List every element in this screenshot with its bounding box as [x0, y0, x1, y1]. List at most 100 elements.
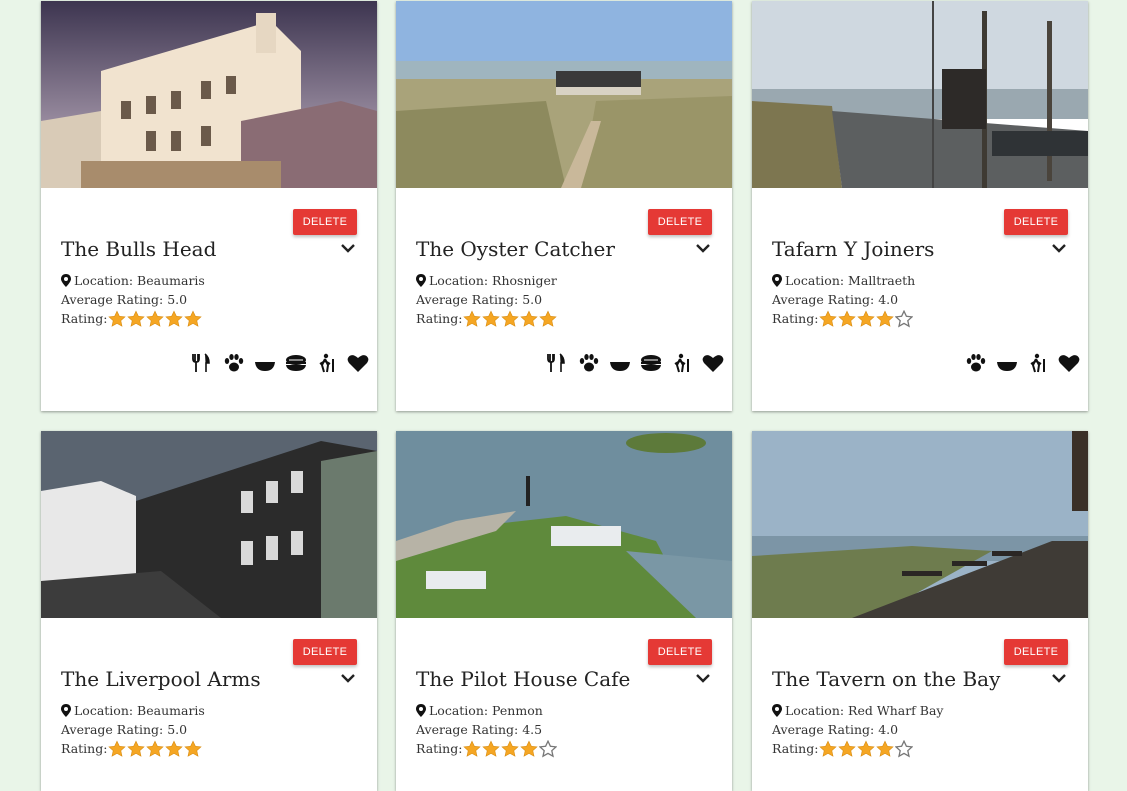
pub-title: The Pilot House Cafe [416, 667, 631, 691]
average-rating: Average Rating: 5.0 [61, 292, 188, 307]
star-empty-icon[interactable] [539, 739, 558, 758]
star-filled-icon[interactable] [520, 739, 539, 758]
pub-info: Location: Beaumaris Average Rating: 5.0 … [61, 271, 205, 328]
bowl-icon [600, 353, 631, 377]
delete-button[interactable]: DELETE [293, 209, 357, 235]
pub-title: The Bulls Head [61, 237, 217, 261]
rating-label: Rating: [61, 311, 108, 326]
average-rating: Average Rating: 5.0 [61, 722, 188, 737]
amenities [183, 353, 369, 377]
star-filled-icon[interactable] [482, 739, 501, 758]
star-filled-icon[interactable] [127, 309, 146, 328]
average-rating: Average Rating: 4.0 [772, 292, 899, 307]
heart-icon [338, 353, 369, 377]
rating-stars[interactable] [108, 309, 203, 328]
delete-button[interactable]: DELETE [1004, 209, 1068, 235]
bowl-icon [987, 353, 1018, 377]
food-icon [538, 353, 569, 377]
star-filled-icon[interactable] [184, 309, 203, 328]
star-filled-icon[interactable] [108, 309, 127, 328]
pub-location: Location: Malltraeth [785, 273, 916, 288]
star-filled-icon[interactable] [127, 739, 146, 758]
star-filled-icon[interactable] [838, 739, 857, 758]
paw-icon [569, 353, 600, 377]
star-filled-icon[interactable] [539, 309, 558, 328]
pub-title: The Oyster Catcher [416, 237, 615, 261]
rating-stars[interactable] [819, 309, 914, 328]
map-marker-icon [772, 704, 782, 717]
star-filled-icon[interactable] [165, 739, 184, 758]
pie-icon [631, 353, 662, 377]
delete-button[interactable]: DELETE [648, 639, 712, 665]
star-filled-icon[interactable] [146, 739, 165, 758]
hiking-icon [662, 353, 693, 377]
rating-stars[interactable] [108, 739, 203, 758]
star-filled-icon[interactable] [184, 739, 203, 758]
pub-card-grid: DELETE The Bulls Head Location: Beaumari… [0, 0, 1127, 791]
star-filled-icon[interactable] [165, 309, 184, 328]
star-filled-icon[interactable] [857, 309, 876, 328]
pub-info: Location: Beaumaris Average Rating: 5.0 … [61, 701, 205, 758]
chevron-down-icon[interactable] [1051, 242, 1067, 254]
rating-stars[interactable] [819, 739, 914, 758]
star-filled-icon[interactable] [108, 739, 127, 758]
pub-title: The Tavern on the Bay [772, 667, 1001, 691]
rating-label: Rating: [772, 741, 819, 756]
star-filled-icon[interactable] [501, 739, 520, 758]
chevron-down-icon[interactable] [340, 242, 356, 254]
rating-stars[interactable] [463, 739, 558, 758]
pub-info: Location: Penmon Average Rating: 4.5 Rat… [416, 701, 558, 758]
pub-location: Location: Beaumaris [74, 703, 205, 718]
star-filled-icon[interactable] [819, 309, 838, 328]
pub-title: The Liverpool Arms [61, 667, 261, 691]
star-filled-icon[interactable] [876, 309, 895, 328]
map-marker-icon [61, 274, 71, 287]
map-marker-icon [416, 704, 426, 717]
rating-stars[interactable] [463, 309, 558, 328]
star-filled-icon[interactable] [876, 739, 895, 758]
hiking-icon [1018, 353, 1049, 377]
amenities [956, 353, 1080, 377]
pub-card: DELETE Tafarn Y Joiners Location: Malltr… [752, 1, 1088, 411]
map-marker-icon [61, 704, 71, 717]
star-filled-icon[interactable] [501, 309, 520, 328]
chevron-down-icon[interactable] [1051, 672, 1067, 684]
pie-icon [276, 353, 307, 377]
delete-button[interactable]: DELETE [648, 209, 712, 235]
star-filled-icon[interactable] [857, 739, 876, 758]
delete-button[interactable]: DELETE [1004, 639, 1068, 665]
chevron-down-icon[interactable] [340, 672, 356, 684]
heart-icon [1049, 353, 1080, 377]
pub-info: Location: Rhosniger Average Rating: 5.0 … [416, 271, 558, 328]
star-filled-icon[interactable] [819, 739, 838, 758]
star-filled-icon[interactable] [463, 739, 482, 758]
hiking-icon [307, 353, 338, 377]
paw-icon [214, 353, 245, 377]
delete-button[interactable]: DELETE [293, 639, 357, 665]
pub-card: DELETE The Bulls Head Location: Beaumari… [41, 1, 377, 411]
pub-title: Tafarn Y Joiners [772, 237, 935, 261]
pub-photo [396, 1, 732, 188]
pub-photo [41, 431, 377, 618]
pub-photo [752, 431, 1088, 618]
pub-photo [752, 1, 1088, 188]
chevron-down-icon[interactable] [695, 672, 711, 684]
star-filled-icon[interactable] [838, 309, 857, 328]
pub-location: Location: Beaumaris [74, 273, 205, 288]
star-filled-icon[interactable] [520, 309, 539, 328]
pub-location: Location: Rhosniger [429, 273, 557, 288]
star-filled-icon[interactable] [146, 309, 165, 328]
star-empty-icon[interactable] [895, 309, 914, 328]
pub-location: Location: Red Wharf Bay [785, 703, 944, 718]
star-empty-icon[interactable] [895, 739, 914, 758]
paw-icon [956, 353, 987, 377]
pub-photo [41, 1, 377, 188]
chevron-down-icon[interactable] [695, 242, 711, 254]
pub-info: Location: Red Wharf Bay Average Rating: … [772, 701, 943, 758]
star-filled-icon[interactable] [482, 309, 501, 328]
star-filled-icon[interactable] [463, 309, 482, 328]
pub-card: DELETE The Pilot House Cafe Location: Pe… [396, 431, 732, 791]
pub-card: DELETE The Tavern on the Bay Location: R… [752, 431, 1088, 791]
rating-label: Rating: [772, 311, 819, 326]
average-rating: Average Rating: 4.0 [772, 722, 899, 737]
